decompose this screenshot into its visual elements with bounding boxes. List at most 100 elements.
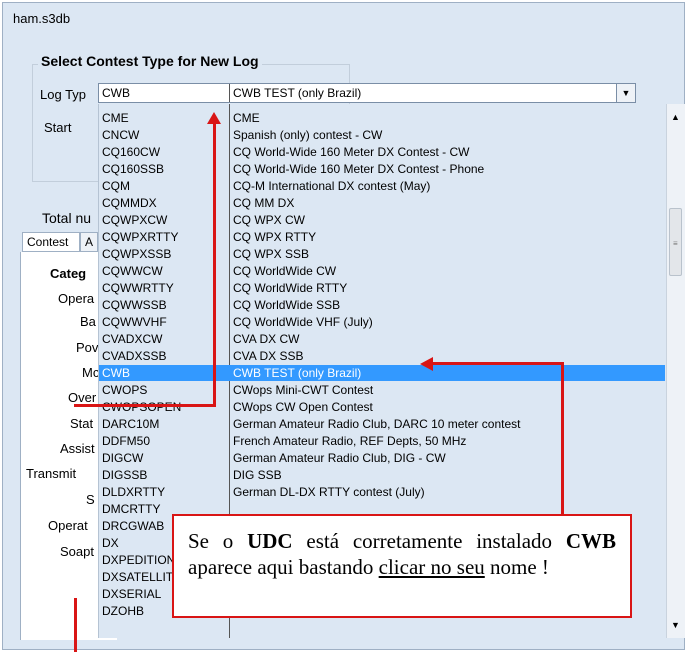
list-item-code: DIGSSB xyxy=(102,468,148,482)
operator-label: Opera xyxy=(58,291,95,306)
callout-text-1: Se o xyxy=(188,529,248,553)
annotation-callout: Se o UDC está corretamente instalado CWB… xyxy=(172,514,632,618)
scroll-down-icon[interactable]: ▼ xyxy=(671,620,680,630)
total-label: Total nu xyxy=(42,210,92,226)
list-item-description: DIG SSB xyxy=(233,468,282,482)
list-item-code: CVADXCW xyxy=(102,332,163,346)
list-item-description: CQ WPX RTTY xyxy=(233,230,317,244)
list-item-code: CQMMDX xyxy=(102,196,157,210)
list-item-description: German DL-DX RTTY contest (July) xyxy=(233,485,425,499)
list-item-code: CQ160CW xyxy=(102,145,161,159)
station-label: Stat xyxy=(70,416,94,431)
list-item[interactable]: CVADXCW CVA DX CW xyxy=(99,331,665,347)
list-item-code: CME xyxy=(102,111,129,125)
list-item-description: CVA DX CW xyxy=(233,332,300,346)
list-item-code: CWOPSOPEN xyxy=(102,400,182,414)
list-item-description: CQ MM DX xyxy=(233,196,295,210)
list-item[interactable]: CQWWSSB CQ WorldWide SSB xyxy=(99,297,665,313)
list-item[interactable]: CWB CWB TEST (only Brazil) xyxy=(99,365,665,381)
list-item-description: CQ World-Wide 160 Meter DX Contest - CW xyxy=(233,145,470,159)
callout-text-3: aparece aqui bastando xyxy=(188,555,379,579)
power-label: Pov xyxy=(76,340,99,355)
list-item[interactable]: DARC10M German Amateur Radio Club, DARC 1… xyxy=(99,416,665,432)
list-item[interactable]: CQ160CW CQ World-Wide 160 Meter DX Contes… xyxy=(99,144,665,160)
operators-label: Operat xyxy=(48,518,88,533)
list-item-code: CQ160SSB xyxy=(102,162,165,176)
s-label: S xyxy=(86,492,95,507)
list-item-code: CQWWRTTY xyxy=(102,281,174,295)
category-label: Categ xyxy=(50,266,87,281)
list-item[interactable]: CQMMDX CQ MM DX xyxy=(99,195,665,211)
list-item-code: CQM xyxy=(102,179,130,193)
list-item[interactable]: CWOPS CWops Mini-CWT Contest xyxy=(99,382,665,398)
list-item[interactable]: CQ160SSB CQ World-Wide 160 Meter DX Conte… xyxy=(99,161,665,177)
list-item-code: CQWPXSSB xyxy=(102,247,172,261)
list-item-description: CWB TEST (only Brazil) xyxy=(233,366,362,380)
list-item-code: DDFM50 xyxy=(102,434,151,448)
callout-text-2: está corretamente instalado xyxy=(292,529,566,553)
list-item-description: CQ WorldWide RTTY xyxy=(233,281,348,295)
combo-separator xyxy=(229,84,230,102)
assisted-label: Assist xyxy=(60,441,95,456)
list-item[interactable]: DIGCW German Amateur Radio Club, DIG - CW xyxy=(99,450,665,466)
scroll-up-icon[interactable]: ▲ xyxy=(671,112,680,122)
callout-bold-cwb: CWB xyxy=(565,529,617,553)
chevron-down-icon[interactable]: ▼ xyxy=(616,84,635,102)
list-item-code: CQWPXRTTY xyxy=(102,230,179,244)
list-item[interactable]: CNCW Spanish (only) contest - CW xyxy=(99,127,665,143)
list-item-description: CQ WPX CW xyxy=(233,213,305,227)
list-item-description: Spanish (only) contest - CW xyxy=(233,128,383,142)
list-item-code: DMCRTTY xyxy=(102,502,161,516)
list-item-code: CNCW xyxy=(102,128,140,142)
arrow-up-icon xyxy=(207,112,221,124)
list-item-description: CQ World-Wide 160 Meter DX Contest - Pho… xyxy=(233,162,485,176)
annotation-line-down xyxy=(74,598,77,652)
list-item-description: CQ WPX SSB xyxy=(233,247,310,261)
list-item-code: DARC10M xyxy=(102,417,160,431)
tab-a[interactable]: A xyxy=(80,232,98,252)
list-item[interactable]: CQM CQ-M International DX contest (May) xyxy=(99,178,665,194)
start-label: Start xyxy=(44,120,72,135)
list-item-code: CQWWCW xyxy=(102,264,163,278)
annotation-line-horizontal xyxy=(74,404,216,407)
list-item-code: CVADXSSB xyxy=(102,349,167,363)
list-item[interactable]: CWOPSOPEN CWops CW Open Contest xyxy=(99,399,665,415)
list-item[interactable]: DDFM50 French Amateur Radio, REF Depts, 5… xyxy=(99,433,665,449)
combo-code: CWB xyxy=(102,86,130,100)
tab-contest[interactable]: Contest xyxy=(22,232,80,252)
list-item-code: CWB xyxy=(102,366,130,380)
list-item[interactable]: DIGSSB DIG SSB xyxy=(99,467,665,483)
mode-label: Mc xyxy=(82,365,100,380)
list-item-description: CME xyxy=(233,111,260,125)
list-item[interactable]: DLDXRTTY German DL-DX RTTY contest (July) xyxy=(99,484,665,500)
list-item-code: CQWPXCW xyxy=(102,213,168,227)
list-item[interactable]: CQWPXCW CQ WPX CW xyxy=(99,212,665,228)
list-item-description: CQ WorldWide CW xyxy=(233,264,337,278)
list-item-description: German Amateur Radio Club, DIG - CW xyxy=(233,451,446,465)
list-item-code: DRCGWAB xyxy=(102,519,165,533)
list-item-code: DZOHB xyxy=(102,604,144,618)
list-item-code: DX xyxy=(102,536,119,550)
callout-text-4: nome ! xyxy=(484,555,549,579)
scroll-thumb[interactable]: ≡ xyxy=(669,208,682,276)
group-title: Select Contest Type for New Log xyxy=(38,53,262,69)
list-item[interactable]: CQWPXRTTY CQ WPX RTTY xyxy=(99,229,665,245)
annotation-line-right xyxy=(432,362,564,365)
list-item[interactable]: CQWWRTTY CQ WorldWide RTTY xyxy=(99,280,665,296)
list-item-description: German Amateur Radio Club, DARC 10 meter… xyxy=(233,417,521,431)
list-item-description: CVA DX SSB xyxy=(233,349,304,363)
callout-underline: clicar no seu xyxy=(378,555,485,579)
list-item-code: DXSATELLITE xyxy=(102,570,182,584)
list-item[interactable]: CVADXSSB CVA DX SSB xyxy=(99,348,665,364)
list-item[interactable]: CME CME xyxy=(99,110,665,126)
list-scrollbar[interactable]: ▲ ≡ ▼ xyxy=(666,104,685,638)
contest-type-combo[interactable]: CWB CWB TEST (only Brazil) ▼ xyxy=(98,83,636,103)
list-item[interactable]: CQWPXSSB CQ WPX SSB xyxy=(99,246,665,262)
list-item-code: DIGCW xyxy=(102,451,144,465)
transmitter-label: Transmit xyxy=(26,466,77,481)
list-item[interactable]: CQWWVHF CQ WorldWide VHF (July) xyxy=(99,314,665,330)
grip-icon: ≡ xyxy=(673,239,678,248)
list-item-description: CQ WorldWide SSB xyxy=(233,298,341,312)
list-item[interactable]: CQWWCW CQ WorldWide CW xyxy=(99,263,665,279)
list-item-description: CQ-M International DX contest (May) xyxy=(233,179,431,193)
